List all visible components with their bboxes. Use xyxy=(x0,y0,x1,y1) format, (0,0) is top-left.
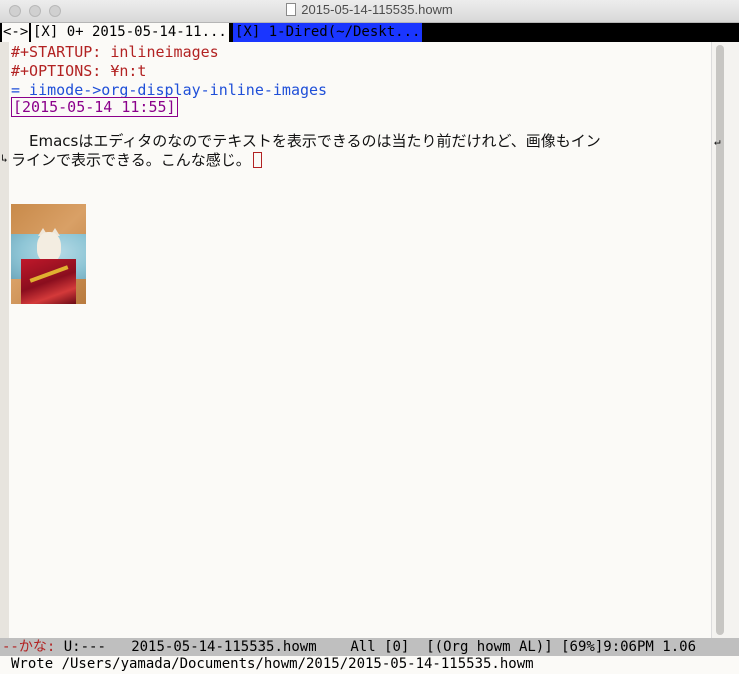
tab-nav-arrows[interactable]: <-> xyxy=(2,23,30,42)
paragraph-line-2-text: ラインで表示できる。こんな感じ。 xyxy=(11,151,251,169)
options-line: #+OPTIONS: ¥n:t xyxy=(11,62,147,80)
emacs-window: 2015-05-14-115535.howm <-> [X] 0+ 2015-0… xyxy=(0,0,739,674)
modeline-modes[interactable]: [(Org howm AL)] xyxy=(426,639,552,655)
mode-line[interactable]: --かな: U:--- 2015-05-14-115535.howm All [… xyxy=(0,638,739,656)
window-title: 2015-05-14-115535.howm xyxy=(0,2,739,17)
echo-area: Wrote /Users/yamada/Documents/howm/2015/… xyxy=(11,656,534,672)
title-bar: 2015-05-14-115535.howm xyxy=(0,0,739,23)
text-cursor xyxy=(252,152,262,168)
paragraph-line-2: ラインで表示できる。こんな感じ。 xyxy=(11,151,262,170)
inline-image-cat xyxy=(11,204,86,304)
cat-shape xyxy=(37,232,61,262)
scrollbar-thumb[interactable] xyxy=(716,45,724,635)
startup-line: #+STARTUP: inlineimages xyxy=(11,43,219,61)
paragraph-line-1: Emacsはエディタのなのでテキストを表示できるのは当たり前だけれど、画像もイン xyxy=(29,132,601,150)
wrap-arrow-left-icon: ↳ xyxy=(1,152,8,165)
modeline-line: [0] xyxy=(384,639,410,655)
input-method-indicator: --かな: xyxy=(2,639,56,655)
timestamp[interactable]: [2015-05-14 11:55] xyxy=(11,97,178,117)
modeline-buffer-name[interactable]: 2015-05-14-115535.howm xyxy=(131,639,316,655)
document-icon xyxy=(286,3,297,16)
buffer-status: U:--- xyxy=(63,639,106,655)
modeline-load: 1.06 xyxy=(662,639,696,655)
tab-current-file[interactable]: [X] 0+ 2015-05-14-11... xyxy=(31,23,229,42)
modeline-position: All xyxy=(350,639,376,655)
tab-dired[interactable]: [X] 1-Dired(~/Deskt... xyxy=(233,23,423,42)
window-title-text: 2015-05-14-115535.howm xyxy=(301,2,453,17)
wrap-arrow-right-icon: ↵ xyxy=(714,135,721,148)
timestamp-line: [2015-05-14 11:55] xyxy=(11,97,178,117)
red-cloth-shape xyxy=(21,259,76,304)
tab-bar: <-> [X] 0+ 2015-05-14-11... [X] 1-Dired(… xyxy=(0,23,739,42)
modeline-battery: [69%] xyxy=(561,639,604,655)
modeline-time: 9:06PM xyxy=(603,639,654,655)
left-fringe xyxy=(0,42,9,638)
